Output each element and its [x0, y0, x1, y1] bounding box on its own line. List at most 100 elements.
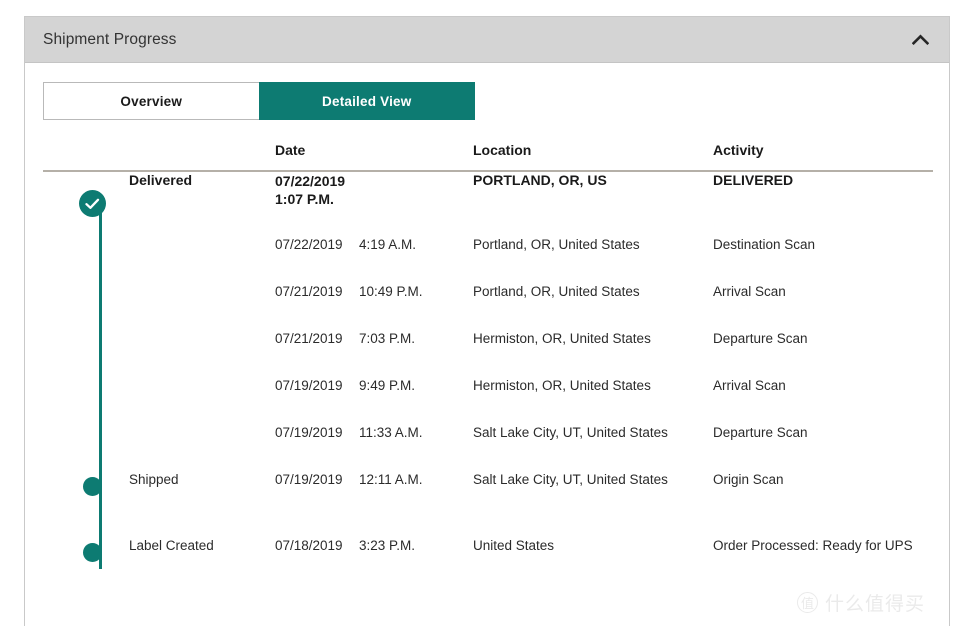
- activity-cell: Arrival Scan: [713, 284, 933, 331]
- timeline-marker-cell: [43, 472, 129, 538]
- event-activity: Departure Scan: [713, 331, 808, 346]
- tab-overview[interactable]: Overview: [43, 82, 260, 120]
- table-row: Label Created 07/18/2019 3:23 P.M. United S…: [43, 538, 933, 604]
- location-cell: PORTLAND, OR, US: [473, 171, 713, 237]
- timeline-marker-cell: [43, 425, 129, 472]
- table-row: 07/21/2019 10:49 P.M. Portland, OR, United…: [43, 284, 933, 331]
- column-header-marker: [43, 142, 129, 172]
- event-date: 07/21/2019: [275, 331, 343, 346]
- timeline-marker-cell: [43, 237, 129, 284]
- activity-cell: Departure Scan: [713, 425, 933, 472]
- date-cell: 07/21/2019 10:49 P.M.: [275, 284, 473, 331]
- event-location: Hermiston, OR, United States: [473, 378, 651, 393]
- event-date: 07/21/2019: [275, 284, 343, 299]
- status-badge: Label Created: [129, 538, 214, 553]
- timeline-marker-cell: [43, 538, 129, 604]
- event-location: PORTLAND, OR, US: [473, 172, 607, 188]
- event-location: United States: [473, 538, 555, 553]
- event-time: 10:49 P.M.: [359, 284, 423, 299]
- event-location: Salt Lake City, UT, United States: [473, 472, 668, 487]
- column-header-status: [129, 142, 275, 172]
- event-time: 11:33 A.M.: [359, 425, 423, 440]
- status-badge: Delivered: [129, 172, 193, 188]
- date-cell: 07/22/2019 1:07 P.M.: [275, 171, 473, 237]
- location-cell: Hermiston, OR, United States: [473, 378, 713, 425]
- status-badge: Shipped: [129, 472, 179, 487]
- location-cell: Salt Lake City, UT, United States: [473, 425, 713, 472]
- page-title: Shipment Progress: [43, 30, 177, 48]
- event-date: 07/19/2019: [275, 425, 343, 440]
- event-activity: Origin Scan: [713, 472, 784, 487]
- event-date: 07/22/2019: [275, 237, 343, 252]
- event-date: 07/18/2019: [275, 538, 343, 553]
- table-row: 07/21/2019 7:03 P.M. Hermiston, OR, United…: [43, 331, 933, 378]
- timeline-marker-cell: [43, 378, 129, 425]
- event-date: 07/19/2019: [275, 378, 343, 393]
- event-location: Portland, OR, United States: [473, 237, 640, 252]
- event-activity: Arrival Scan: [713, 284, 786, 299]
- event-date: 07/19/2019: [275, 472, 343, 487]
- column-header-location: Location: [473, 142, 713, 172]
- status-cell: Delivered: [129, 171, 275, 237]
- status-cell: [129, 284, 275, 331]
- timeline-marker-cell: [43, 171, 129, 237]
- view-tabs: Overview Detailed View: [43, 82, 475, 120]
- tracking-table: Date Location Activity Delivered 07/22/20…: [43, 142, 933, 604]
- event-location: Salt Lake City, UT, United States: [473, 425, 668, 440]
- date-cell: 07/21/2019 7:03 P.M.: [275, 331, 473, 378]
- pin-dot-icon: [83, 477, 102, 496]
- event-activity: Order Processed: Ready for UPS: [713, 538, 913, 553]
- date-cell: 07/19/2019 11:33 A.M.: [275, 425, 473, 472]
- table-row: Shipped 07/19/2019 12:11 A.M. Salt Lake Cit…: [43, 472, 933, 538]
- location-cell: Salt Lake City, UT, United States: [473, 472, 713, 538]
- event-activity: Destination Scan: [713, 237, 816, 252]
- activity-cell: Destination Scan: [713, 237, 933, 284]
- activity-cell: Order Processed: Ready for UPS: [713, 538, 933, 604]
- activity-cell: Arrival Scan: [713, 378, 933, 425]
- table-header-row: Date Location Activity: [43, 142, 933, 172]
- event-activity: DELIVERED: [713, 172, 794, 188]
- event-activity: Arrival Scan: [713, 378, 786, 393]
- date-cell: 07/19/2019 9:49 P.M.: [275, 378, 473, 425]
- status-cell: [129, 331, 275, 378]
- event-time: 4:19 A.M.: [359, 237, 417, 252]
- table-row: 07/19/2019 9:49 P.M. Hermiston, OR, United…: [43, 378, 933, 425]
- column-header-activity: Activity: [713, 142, 933, 172]
- event-activity: Departure Scan: [713, 425, 808, 440]
- location-cell: Portland, OR, United States: [473, 237, 713, 284]
- event-location: Portland, OR, United States: [473, 284, 640, 299]
- tab-detailed-view[interactable]: Detailed View: [258, 82, 475, 120]
- event-time: 12:11 A.M.: [359, 472, 423, 487]
- event-time: 9:49 P.M.: [359, 378, 416, 393]
- status-cell: [129, 378, 275, 425]
- pin-dot-icon: [83, 543, 102, 562]
- activity-cell: Departure Scan: [713, 331, 933, 378]
- status-cell: [129, 237, 275, 284]
- event-time: 1:07 P.M.: [275, 191, 334, 208]
- event-time: 3:23 P.M.: [359, 538, 416, 553]
- date-cell: 07/18/2019 3:23 P.M.: [275, 538, 473, 604]
- event-location: Hermiston, OR, United States: [473, 331, 651, 346]
- date-cell: 07/19/2019 12:11 A.M.: [275, 472, 473, 538]
- status-cell: Label Created: [129, 538, 275, 604]
- location-cell: Hermiston, OR, United States: [473, 331, 713, 378]
- table-row: 07/19/2019 11:33 A.M. Salt Lake City, UT, …: [43, 425, 933, 472]
- status-cell: Shipped: [129, 472, 275, 538]
- location-cell: Portland, OR, United States: [473, 284, 713, 331]
- status-cell: [129, 425, 275, 472]
- check-circle-icon: [79, 190, 106, 217]
- panel-header: Shipment Progress: [25, 17, 949, 63]
- timeline-marker-cell: [43, 284, 129, 331]
- table-row: 07/22/2019 4:19 A.M. Portland, OR, United …: [43, 237, 933, 284]
- event-date: 07/22/2019: [275, 173, 346, 189]
- chevron-up-icon[interactable]: [907, 27, 933, 53]
- column-header-date: Date: [275, 142, 473, 172]
- location-cell: United States: [473, 538, 713, 604]
- timeline-marker-cell: [43, 331, 129, 378]
- shipment-progress-card: Shipment Progress Overview Detailed View…: [24, 16, 950, 626]
- event-time: 7:03 P.M.: [359, 331, 416, 346]
- table-row: Delivered 07/22/2019 1:07 P.M. PORTLAND, OR…: [43, 171, 933, 237]
- date-cell: 07/22/2019 4:19 A.M.: [275, 237, 473, 284]
- activity-cell: DELIVERED: [713, 171, 933, 237]
- activity-cell: Origin Scan: [713, 472, 933, 538]
